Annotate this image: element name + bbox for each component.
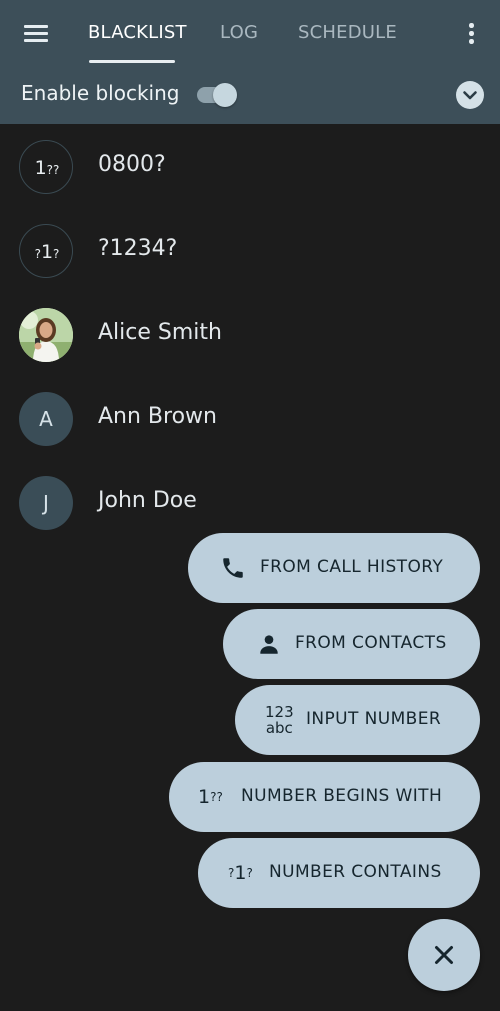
input-number-label: INPUT NUMBER <box>306 709 442 729</box>
avatar-glyph-digit: 1 <box>40 241 54 263</box>
avatar-glyph-wildcard: ?? <box>46 163 60 177</box>
number-begins-with-avatar-icon: 1?? <box>19 140 73 194</box>
tab-schedule[interactable]: SCHEDULE <box>298 22 397 64</box>
number-contains-label: NUMBER CONTAINS <box>269 862 442 882</box>
active-tab-indicator <box>89 60 175 63</box>
from-contacts-button[interactable]: FROM CONTACTS <box>223 609 480 679</box>
number-contains-button[interactable]: ? 1? NUMBER CONTAINS <box>198 838 480 908</box>
hamburger-menu-icon[interactable] <box>22 24 50 44</box>
input-number-icon-letters: abc <box>265 719 293 737</box>
letter-avatar: A <box>19 392 73 446</box>
avatar-glyph-wildcard: ? <box>53 247 60 261</box>
icon-wildcard: ? <box>246 866 253 880</box>
number-contains-avatar-icon: ?1? <box>19 224 73 278</box>
icon-wildcard: ?? <box>210 790 223 804</box>
avatar-glyph-digit: 1 <box>34 157 47 179</box>
list-item-label: ?1234? <box>98 236 178 261</box>
toggle-thumb <box>213 83 237 107</box>
list-item[interactable]: Alice Smith <box>0 293 500 377</box>
input-number-icon-digits: 123 <box>265 703 294 721</box>
from-call-history-button[interactable]: FROM CALL HISTORY <box>188 533 480 603</box>
close-speed-dial-button[interactable] <box>408 919 480 991</box>
phone-icon <box>220 533 246 603</box>
number-begins-with-label: NUMBER BEGINS WITH <box>241 786 443 806</box>
avatar-letter: J <box>43 491 49 515</box>
number-begins-with-button[interactable]: 1?? NUMBER BEGINS WITH <box>169 762 480 832</box>
from-contacts-label: FROM CONTACTS <box>295 633 447 653</box>
input-number-button[interactable]: 123 abc INPUT NUMBER <box>235 685 480 755</box>
number-begins-with-icon: 1?? <box>198 762 223 832</box>
from-call-history-label: FROM CALL HISTORY <box>260 557 444 577</box>
app-header: BLACKLIST LOG SCHEDULE Enable blocking <box>0 0 500 124</box>
list-item[interactable]: 1?? 0800? <box>0 125 500 209</box>
list-item[interactable]: A Ann Brown <box>0 377 500 461</box>
app-screen: BLACKLIST LOG SCHEDULE Enable blocking 1… <box>0 0 500 1011</box>
enable-blocking-toggle[interactable] <box>197 82 239 107</box>
tab-log[interactable]: LOG <box>220 22 260 64</box>
chevron-down-icon[interactable] <box>456 81 484 109</box>
person-icon <box>256 609 282 679</box>
close-icon <box>435 946 453 964</box>
enable-blocking-label: Enable blocking <box>21 81 180 105</box>
icon-digit: 1 <box>198 786 211 808</box>
list-item-label: 0800? <box>98 152 166 177</box>
contact-photo-avatar <box>19 308 73 362</box>
list-item-label: Ann Brown <box>98 404 217 429</box>
avatar-letter: A <box>39 407 53 431</box>
input-number-icon: 123 abc <box>265 685 294 755</box>
number-contains-icon: ? 1? <box>228 838 253 908</box>
tab-blacklist[interactable]: BLACKLIST <box>88 22 187 64</box>
list-item-label: Alice Smith <box>98 320 222 345</box>
list-item[interactable]: ?1? ?1234? <box>0 209 500 293</box>
more-vertical-icon[interactable] <box>462 22 482 46</box>
icon-digit: 1 <box>234 862 247 884</box>
letter-avatar: J <box>19 476 73 530</box>
list-item-label: John Doe <box>98 488 197 513</box>
